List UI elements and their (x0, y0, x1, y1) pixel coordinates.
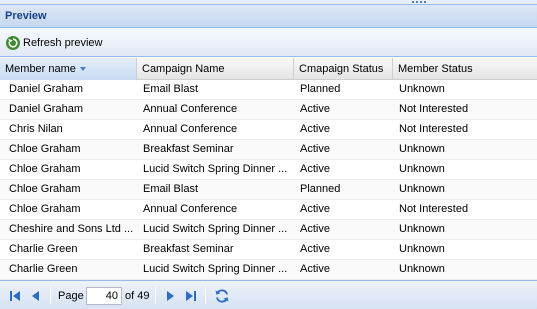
cell-member-status: Unknown (399, 263, 445, 275)
cell-campaign-name: Annual Conference (143, 203, 238, 215)
cell-campaign-status: Active (300, 243, 330, 255)
cell-member-status: Not Interested (399, 123, 469, 135)
page-total-label: of 49 (125, 290, 150, 302)
cell-campaign-status: Active (300, 143, 330, 155)
column-header-campaign-status[interactable]: Cmapaign Status (294, 58, 393, 80)
cell-campaign-status: Active (300, 223, 330, 235)
column-header-member-name[interactable]: Member name (0, 58, 137, 80)
table-row[interactable]: Chloe Graham Breakfast Seminar Active Un… (0, 140, 537, 160)
cell-member-status: Unknown (399, 183, 445, 195)
column-header-campaign-name[interactable]: Campaign Name (137, 58, 294, 80)
next-page-icon[interactable] (163, 289, 177, 303)
cell-member-name: Cheshire and Sons Ltd ... (9, 223, 134, 235)
table-row[interactable]: Chloe Graham Email Blast Planned Unknown (0, 180, 537, 200)
column-header-member-status[interactable]: Member Status (393, 58, 537, 80)
cell-campaign-status: Planned (300, 83, 341, 95)
cell-member-status: Unknown (399, 223, 445, 235)
cell-campaign-name: Email Blast (143, 183, 199, 195)
panel-title: Preview (0, 4, 537, 28)
last-page-icon[interactable] (184, 289, 198, 303)
page-label: Page (58, 290, 84, 302)
cell-member-status: Unknown (399, 143, 445, 155)
cell-campaign-status: Active (300, 123, 330, 135)
cell-member-name: Charlie Green (9, 243, 78, 255)
paging-toolbar: Page of 49 (0, 280, 537, 309)
toolbar: Refresh preview (0, 29, 537, 57)
cell-campaign-name: Lucid Switch Spring Dinner ... (143, 163, 288, 175)
column-header-label: Member name (5, 63, 76, 75)
table-row[interactable]: Charlie Green Lucid Switch Spring Dinner… (0, 260, 537, 280)
cell-member-status: Unknown (399, 243, 445, 255)
cell-campaign-status: Planned (300, 183, 341, 195)
cell-campaign-name: Annual Conference (143, 103, 238, 115)
pager-divider (205, 287, 206, 304)
cell-campaign-status: Active (300, 263, 330, 275)
cell-member-name: Chloe Graham (9, 143, 81, 155)
reload-icon[interactable] (214, 288, 230, 304)
refresh-icon (6, 36, 20, 50)
cell-campaign-name: Annual Conference (143, 123, 238, 135)
cell-member-status: Not Interested (399, 203, 469, 215)
cell-campaign-status: Active (300, 163, 330, 175)
cell-member-name: Chloe Graham (9, 163, 81, 175)
pager-divider (50, 287, 51, 304)
cell-campaign-name: Breakfast Seminar (143, 243, 234, 255)
previous-page-icon[interactable] (29, 289, 43, 303)
cell-member-status: Not Interested (399, 103, 469, 115)
cell-campaign-status: Active (300, 203, 330, 215)
cell-member-name: Charlie Green (9, 263, 78, 275)
cell-member-status: Unknown (399, 83, 445, 95)
refresh-preview-label: Refresh preview (23, 37, 103, 49)
table-row[interactable]: Cheshire and Sons Ltd ... Lucid Switch S… (0, 220, 537, 240)
cell-campaign-name: Breakfast Seminar (143, 143, 234, 155)
refresh-preview-button[interactable]: Refresh preview (6, 34, 102, 52)
page-number-input[interactable] (86, 287, 122, 305)
grid-body: Daniel Graham Email Blast Planned Unknow… (0, 80, 537, 280)
cell-member-name: Daniel Graham (9, 83, 83, 95)
cell-member-name: Chloe Graham (9, 203, 81, 215)
cell-member-name: Chloe Graham (9, 183, 81, 195)
pager-divider (155, 287, 156, 304)
table-row[interactable]: Chris Nilan Annual Conference Active Not… (0, 120, 537, 140)
cell-campaign-status: Active (300, 103, 330, 115)
cell-member-status: Unknown (399, 163, 445, 175)
grid-header: Member name Campaign Name Cmapaign Statu… (0, 58, 537, 80)
first-page-icon[interactable] (8, 289, 22, 303)
table-row[interactable]: Chloe Graham Lucid Switch Spring Dinner … (0, 160, 537, 180)
cell-campaign-name: Email Blast (143, 83, 199, 95)
table-row[interactable]: Chloe Graham Annual Conference Active No… (0, 200, 537, 220)
cell-campaign-name: Lucid Switch Spring Dinner ... (143, 263, 288, 275)
table-row[interactable]: Charlie Green Breakfast Seminar Active U… (0, 240, 537, 260)
table-row[interactable]: Daniel Graham Annual Conference Active N… (0, 100, 537, 120)
sort-descending-icon (79, 67, 86, 72)
table-row[interactable]: Daniel Graham Email Blast Planned Unknow… (0, 80, 537, 100)
cell-member-name: Chris Nilan (9, 123, 63, 135)
cell-campaign-name: Lucid Switch Spring Dinner ... (143, 223, 288, 235)
cell-member-name: Daniel Graham (9, 103, 83, 115)
